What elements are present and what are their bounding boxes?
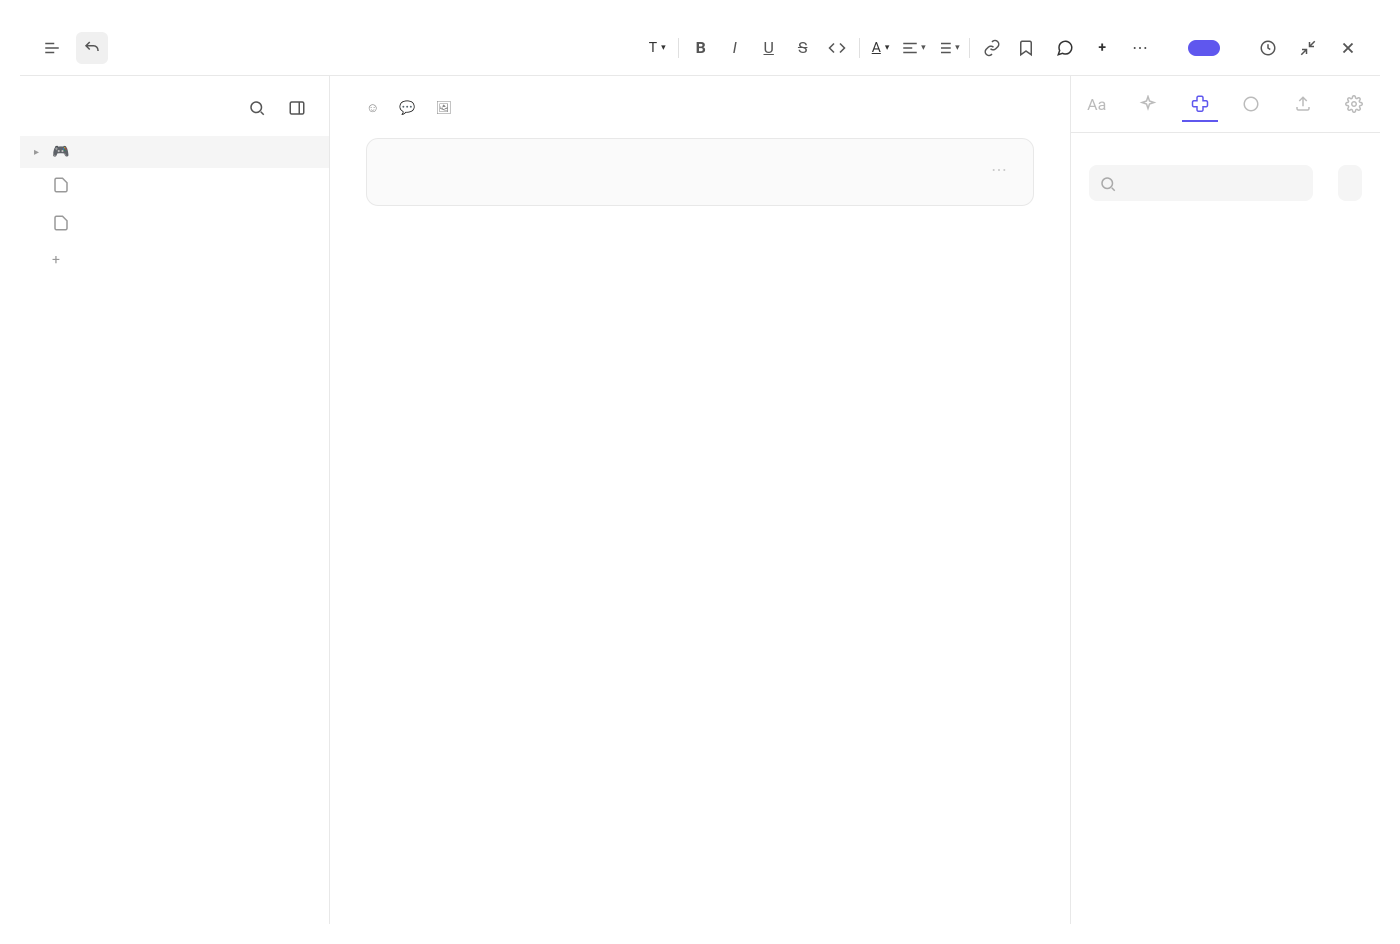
search-icon[interactable] [241, 92, 273, 124]
task-button[interactable]: + [1092, 36, 1116, 60]
add-cover-button[interactable]: 🖼 [435, 100, 456, 116]
history-icon[interactable] [1252, 32, 1284, 64]
add-comment-button[interactable]: 💬 [399, 100, 419, 116]
doc-icon [52, 176, 70, 198]
comment-button[interactable] [1050, 35, 1084, 61]
panel-icon[interactable] [281, 92, 313, 124]
tab-typography[interactable]: Aa [1079, 86, 1115, 122]
tab-comments[interactable] [1233, 86, 1269, 122]
new-page-button[interactable]: + [20, 244, 329, 276]
main-content: ☺ 💬 🖼 ⋯ [330, 76, 1070, 924]
close-icon[interactable] [1332, 32, 1364, 64]
sidebar-item-requests[interactable] [20, 206, 329, 244]
undo-icon[interactable] [76, 32, 108, 64]
text-color-dropdown[interactable]: A ▾ [866, 36, 896, 60]
sidebar: ▸ 🎮 + [20, 76, 330, 924]
share-button[interactable] [1188, 40, 1220, 56]
menu-icon[interactable] [36, 32, 68, 64]
list-dropdown[interactable]: ▾ [931, 32, 963, 64]
tab-export[interactable] [1285, 86, 1321, 122]
search-input[interactable] [1089, 165, 1313, 201]
underline-icon[interactable]: U [753, 32, 785, 64]
search-icon [1099, 175, 1117, 197]
more-icon[interactable]: ⋯ [983, 153, 1015, 185]
sidebar-item-backlog[interactable] [20, 168, 329, 206]
bookmark-icon[interactable] [1010, 32, 1042, 64]
right-panel: Aa [1070, 76, 1380, 924]
embed-block: ⋯ [366, 138, 1034, 206]
align-dropdown[interactable]: ▾ [897, 32, 929, 64]
gamepad-icon: 🎮 [52, 144, 69, 160]
collapse-icon[interactable] [1292, 32, 1324, 64]
plus-icon: + [52, 252, 60, 268]
sidebar-item-roadmap[interactable]: ▸ 🎮 [20, 136, 329, 168]
link-icon[interactable] [976, 32, 1008, 64]
code-icon[interactable] [821, 32, 853, 64]
topbar: T ▾ B I U S A ▾ ▾ ▾ + ⋯ [20, 20, 1380, 76]
doc-icon [52, 214, 70, 236]
tab-ai[interactable] [1130, 86, 1166, 122]
italic-icon[interactable]: I [719, 32, 751, 64]
strikethrough-icon[interactable]: S [787, 32, 819, 64]
bold-icon[interactable]: B [685, 32, 717, 64]
more-icon[interactable]: ⋯ [1124, 32, 1156, 64]
filters-button[interactable] [1338, 165, 1362, 201]
tab-templates[interactable] [1182, 86, 1218, 122]
text-style-dropdown[interactable]: T ▾ [643, 36, 672, 60]
tab-settings[interactable] [1336, 86, 1372, 122]
add-icon-button[interactable]: ☺ [366, 100, 383, 116]
